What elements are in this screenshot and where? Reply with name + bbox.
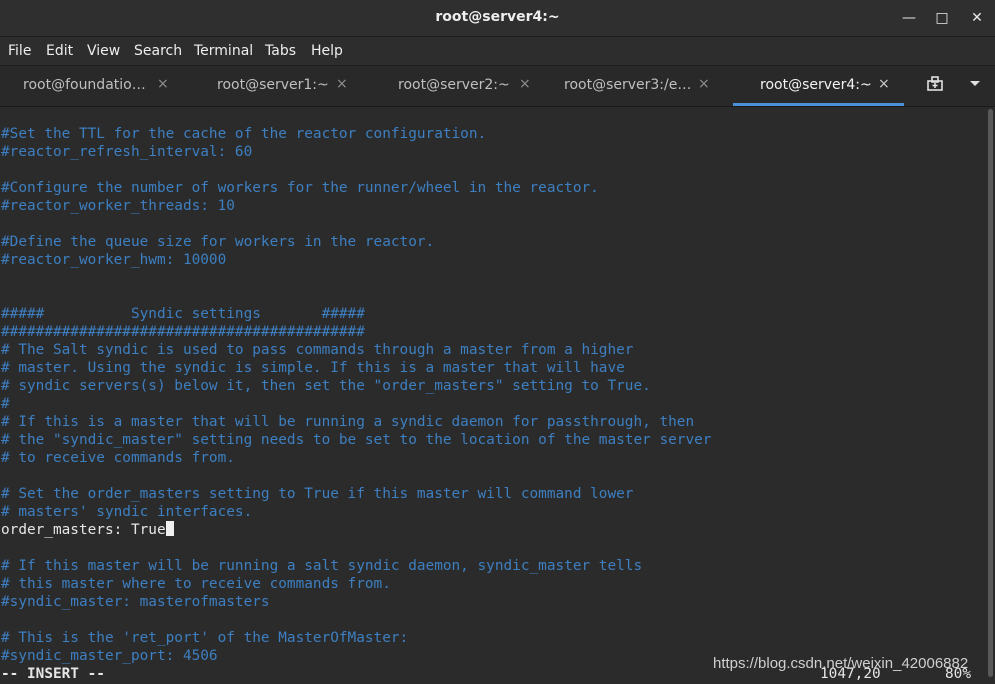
tab-close-button[interactable]: × (336, 76, 348, 92)
menu-bar: File Edit View Search Terminal Tabs Help (0, 37, 995, 66)
menu-tabs[interactable]: Tabs (265, 43, 296, 59)
tab-label: root@server2:~ (398, 77, 510, 93)
terminal-line: # (1, 395, 10, 413)
tab-label: root@server3:/e… (564, 77, 692, 93)
terminal-line: # If this is a master that will be runni… (1, 413, 694, 431)
terminal-line: order_masters: True (1, 521, 174, 539)
terminal-line: # syndic servers(s) below it, then set t… (1, 377, 651, 395)
maximize-button[interactable]: □ (931, 7, 953, 29)
tab-label: root@foundatio… (23, 77, 146, 93)
scrollbar[interactable] (985, 107, 995, 684)
terminal-line-text: #Configure the number of workers for the… (1, 180, 599, 196)
terminal-line-text: #Set the TTL for the cache of the reacto… (1, 126, 487, 142)
terminal-line-text: # to receive commands from. (1, 450, 235, 466)
terminal-line: # this master where to receive commands … (1, 575, 391, 593)
terminal-line-text: order_masters: True (1, 522, 166, 538)
terminal-line: #Set the TTL for the cache of the reacto… (1, 125, 486, 143)
tab-close-button[interactable]: × (519, 76, 531, 92)
tab-close-button[interactable]: × (698, 76, 710, 92)
terminal-line: #reactor_worker_threads: 10 (1, 197, 235, 215)
terminal-line-text: # The Salt syndic is used to pass comman… (1, 342, 634, 358)
terminal-line-text: # master. Using the syndic is simple. If… (1, 360, 625, 376)
menu-terminal[interactable]: Terminal (194, 43, 253, 59)
terminal-line: # master. Using the syndic is simple. If… (1, 359, 625, 377)
terminal-line-text: #syndic_master: masterofmasters (1, 594, 270, 610)
minimize-button[interactable]: — (898, 7, 920, 29)
terminal-line-text: # the "syndic_master" setting needs to b… (1, 432, 712, 448)
chevron-down-icon[interactable] (963, 75, 987, 97)
chevron-down-glyph (970, 81, 980, 86)
tab-bar: root@foundatio… × root@server1:~ × root@… (0, 66, 995, 107)
terminal-line-text: # syndic servers(s) below it, then set t… (1, 378, 651, 394)
terminal-line: ##### Syndic settings ##### (1, 305, 365, 323)
terminal-line-text: ##### Syndic settings ##### (1, 306, 365, 322)
close-window-button[interactable]: ✕ (966, 7, 988, 29)
text-cursor (165, 521, 174, 536)
terminal-line-text: # this master where to receive commands … (1, 576, 391, 592)
terminal-line-text: # If this is a master that will be runni… (1, 414, 695, 430)
terminal-line-text: #reactor_worker_threads: 10 (1, 198, 235, 214)
terminal-line: # Set the order_masters setting to True … (1, 485, 633, 503)
terminal-line: # The Salt syndic is used to pass comman… (1, 341, 633, 359)
menu-view[interactable]: View (87, 43, 120, 59)
scrollbar-thumb[interactable] (988, 109, 993, 677)
terminal-line: #syndic_master_port: 4506 (1, 647, 218, 665)
terminal-line: ########################################… (1, 323, 365, 341)
menu-search[interactable]: Search (134, 43, 182, 59)
terminal-line: # masters' syndic interfaces. (1, 503, 252, 521)
tab-server1[interactable]: root@server1:~ × (180, 66, 365, 104)
terminal-line: #Configure the number of workers for the… (1, 179, 599, 197)
tab-server2[interactable]: root@server2:~ × (365, 66, 543, 104)
terminal-line: #Define the queue size for workers in th… (1, 233, 434, 251)
tab-server3[interactable]: root@server3:/e… × (543, 66, 731, 104)
terminal-line: #syndic_master: masterofmasters (1, 593, 270, 611)
vim-mode-indicator: -- INSERT -- (1, 666, 105, 682)
terminal-line: # If this master will be running a salt … (1, 557, 642, 575)
terminal-line: #reactor_worker_hwm: 10000 (1, 251, 226, 269)
tab-label: root@server4:~ (760, 77, 872, 93)
menu-edit[interactable]: Edit (46, 43, 73, 59)
terminal-line: #reactor_refresh_interval: 60 (1, 143, 252, 161)
tab-foundation[interactable]: root@foundatio… × (0, 66, 180, 104)
terminal-line-text: ########################################… (1, 324, 365, 340)
new-tab-icon[interactable] (923, 75, 947, 97)
tab-label: root@server1:~ (217, 77, 329, 93)
terminal-line-text: #Define the queue size for workers in th… (1, 234, 435, 250)
terminal-line-text: # masters' syndic interfaces. (1, 504, 253, 520)
tab-close-button[interactable]: × (878, 76, 890, 92)
terminal-line-text: # Set the order_masters setting to True … (1, 486, 634, 502)
terminal-line-text: #reactor_worker_hwm: 10000 (1, 252, 227, 268)
terminal-line-text: # (1, 396, 10, 412)
title-bar: root@server4:~ — □ ✕ (0, 0, 995, 37)
tab-server4[interactable]: root@server4:~ × (733, 66, 904, 106)
terminal-line-text: #syndic_master_port: 4506 (1, 648, 218, 664)
menu-file[interactable]: File (8, 43, 31, 59)
terminal-line: # to receive commands from. (1, 449, 235, 467)
tab-close-button[interactable]: × (157, 76, 169, 92)
menu-help[interactable]: Help (311, 43, 343, 59)
new-tab-glyph (927, 76, 943, 91)
terminal-line-text: # If this master will be running a salt … (1, 558, 643, 574)
terminal-line: # This is the 'ret_port' of the MasterOf… (1, 629, 408, 647)
window-title: root@server4:~ (435, 9, 560, 25)
terminal-line-text: # This is the 'ret_port' of the MasterOf… (1, 630, 409, 646)
terminal-line: # the "syndic_master" setting needs to b… (1, 431, 711, 449)
watermark-text: https://blog.csdn.net/weixin_42006882 (713, 655, 969, 672)
terminal-line-text: #reactor_refresh_interval: 60 (1, 144, 253, 160)
